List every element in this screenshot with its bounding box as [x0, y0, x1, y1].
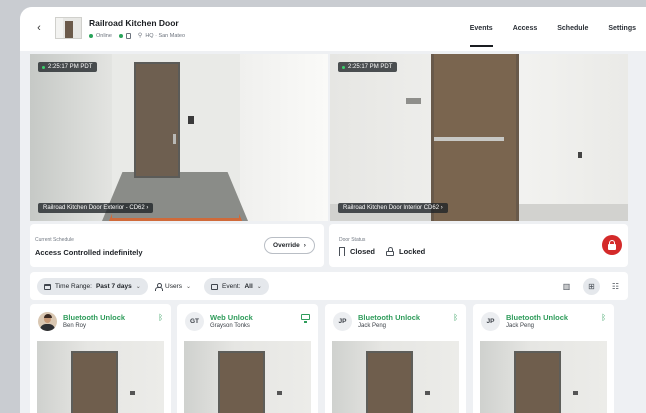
avatar: JP: [333, 312, 352, 331]
event-title: Web Unlock: [210, 313, 253, 322]
event-user: Jack Peng: [506, 323, 535, 329]
back-chevron-icon[interactable]: ‹: [32, 21, 46, 35]
schedule-panel: Current Schedule Access Controlled indef…: [30, 224, 324, 267]
reader-device-icon: [125, 32, 131, 39]
door-title: Railroad Kitchen Door: [89, 18, 179, 28]
door-header: ‹ Railroad Kitchen Door Online ⚲ HQ · Sa…: [20, 7, 646, 51]
door-status-label: Door Status: [339, 237, 366, 243]
camera-label-interior[interactable]: Railroad Kitchen Door Interior CD62 ›: [338, 203, 448, 213]
tab-schedule[interactable]: Schedule: [547, 7, 598, 51]
event-user: Jack Peng: [358, 323, 387, 329]
online-status-dot: [89, 33, 93, 38]
camera-timestamp: 2:25:17 PM PDT: [338, 62, 398, 72]
avatar: GT: [185, 312, 204, 331]
event-card[interactable]: GT Web Unlock Grayson Tonks: [177, 304, 318, 413]
schedule-value: Access Controlled indefinitely: [35, 248, 143, 257]
door-status-panel: Door Status Closed Locked: [329, 224, 628, 267]
bluetooth-icon: ᛒ: [453, 313, 458, 322]
time-range-filter[interactable]: Time Range: Past 7 days ⌄: [37, 278, 148, 295]
list-icon[interactable]: ☷: [607, 278, 624, 295]
camera-feed-interior[interactable]: 2:25:17 PM PDT Railroad Kitchen Door Int…: [330, 54, 628, 221]
tab-events[interactable]: Events: [460, 7, 503, 51]
event-snapshot: [332, 341, 459, 413]
door-thumbnail: [55, 17, 82, 39]
online-status-text: Online: [96, 32, 112, 39]
override-button[interactable]: Override ›: [264, 237, 315, 254]
lock-icon: [386, 247, 394, 256]
event-snapshot: [184, 341, 311, 413]
door-subtitle: Online ⚲ HQ · San Mateo: [89, 32, 185, 39]
event-user: Grayson Tonks: [210, 323, 250, 329]
door-locked-status: Locked: [386, 247, 425, 256]
bluetooth-icon: ᛒ: [601, 313, 606, 322]
event-card[interactable]: Bluetooth Unlock Ben Roy ᛒ: [30, 304, 171, 413]
secondary-status-dot: [118, 33, 123, 38]
bluetooth-icon: ᛒ: [158, 313, 163, 322]
users-filter[interactable]: Users ⌄: [148, 278, 198, 295]
monitor-icon: [301, 314, 310, 323]
bar-chart-icon[interactable]: ▥: [558, 278, 575, 295]
location-text: HQ · San Mateo: [145, 32, 186, 39]
event-filters-bar: Time Range: Past 7 days ⌄ Users ⌄ Event:…: [30, 272, 628, 300]
live-indicator-dot: [342, 65, 345, 69]
user-icon: [155, 283, 163, 291]
event-title: Bluetooth Unlock: [63, 313, 126, 322]
app-window: ‹ Railroad Kitchen Door Online ⚲ HQ · Sa…: [20, 7, 646, 413]
event-snapshot: [37, 341, 164, 413]
chevron-down-icon: ⌄: [185, 284, 192, 290]
chevron-down-icon: ⌄: [135, 284, 141, 290]
event-title: Bluetooth Unlock: [358, 313, 421, 322]
camera-feeds: 2:25:17 PM PDT Railroad Kitchen Door Ext…: [30, 54, 628, 221]
chevron-down-icon: ⌄: [256, 284, 262, 290]
lock-toggle-button[interactable]: [602, 235, 622, 255]
event-icon: [211, 283, 218, 290]
calendar-icon: [44, 283, 51, 290]
avatar: JP: [481, 312, 500, 331]
camera-feed-exterior[interactable]: 2:25:17 PM PDT Railroad Kitchen Door Ext…: [30, 54, 328, 221]
event-user: Ben Roy: [63, 323, 87, 329]
tab-settings[interactable]: Settings: [598, 7, 646, 51]
event-type-filter[interactable]: Event: All ⌄: [204, 278, 269, 295]
event-card[interactable]: JP Bluetooth Unlock Jack Peng ᛒ: [325, 304, 466, 413]
schedule-label: Current Schedule: [35, 237, 74, 243]
event-snapshot: [480, 341, 607, 413]
live-indicator-dot: [42, 65, 45, 69]
header-tabs: Events Access Schedule Settings: [460, 7, 646, 51]
location-pin-icon: ⚲: [137, 33, 143, 39]
chevron-right-icon: ›: [303, 242, 306, 249]
door-closed-icon: [339, 247, 345, 256]
event-title: Bluetooth Unlock: [506, 313, 569, 322]
tab-access[interactable]: Access: [503, 7, 548, 51]
camera-timestamp: 2:25:17 PM PDT: [38, 62, 98, 72]
door-closed-status: Closed: [339, 247, 375, 256]
event-card[interactable]: JP Bluetooth Unlock Jack Peng ᛒ: [473, 304, 614, 413]
avatar: [38, 312, 57, 331]
camera-label-exterior[interactable]: Railroad Kitchen Door Exterior - CD62 ›: [38, 203, 154, 213]
grid-icon[interactable]: ⊞: [583, 278, 600, 295]
door-image: [134, 62, 180, 178]
